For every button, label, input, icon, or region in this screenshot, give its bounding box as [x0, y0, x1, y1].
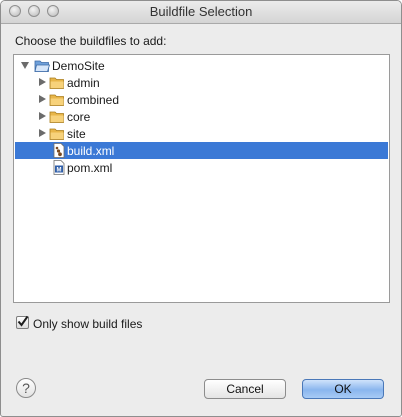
svg-text:M: M: [57, 167, 62, 173]
cancel-button[interactable]: Cancel: [204, 379, 286, 399]
checkmark-icon: [17, 315, 29, 327]
tree-item-label: combined: [67, 93, 120, 107]
window-title: Buildfile Selection: [149, 4, 253, 19]
tree-item-label: admin: [67, 76, 100, 90]
tree-item-build-xml[interactable]: build.xml: [15, 142, 388, 159]
tree-item-label: core: [67, 110, 91, 124]
folder-icon: [49, 94, 64, 106]
expand-arrow-icon[interactable]: [39, 78, 46, 86]
ant-file-icon: [53, 143, 65, 158]
folder-icon: [49, 77, 64, 89]
expand-arrow-icon[interactable]: [39, 112, 46, 120]
buildfile-selection-dialog: Buildfile Selection Choose the buildfile…: [0, 0, 402, 417]
only-show-build-files-checkbox[interactable]: [16, 315, 29, 329]
tree-item-site[interactable]: site: [15, 125, 388, 142]
tree-item-core[interactable]: core: [15, 108, 388, 125]
collapse-arrow-icon[interactable]: [21, 62, 29, 69]
tree-item-combined[interactable]: combined: [15, 91, 388, 108]
instruction-label: Choose the buildfiles to add:: [15, 34, 167, 48]
expand-arrow-icon[interactable]: [39, 129, 46, 137]
tree-item-pom-xml[interactable]: M pom.xml: [15, 159, 388, 176]
tree-item-label: build.xml: [67, 144, 115, 158]
expand-arrow-icon[interactable]: [39, 95, 46, 103]
folder-icon: [49, 111, 64, 123]
maven-file-icon: M: [53, 160, 65, 175]
folder-icon: [49, 128, 64, 140]
ok-button[interactable]: OK: [302, 379, 384, 399]
only-show-build-files-label: Only show build files: [33, 317, 143, 331]
tree-item-admin[interactable]: admin: [15, 74, 388, 91]
help-button[interactable]: ?: [16, 378, 36, 398]
folder-open-icon: [34, 60, 50, 72]
tree-item-label: pom.xml: [67, 161, 113, 175]
title-bar: Buildfile Selection: [1, 1, 401, 24]
buildfile-tree[interactable]: DemoSite admin combined core site build.…: [13, 54, 390, 303]
tree-item-label: site: [67, 127, 86, 141]
tree-item-demosite[interactable]: DemoSite: [15, 57, 388, 74]
tree-item-label: DemoSite: [52, 59, 105, 73]
